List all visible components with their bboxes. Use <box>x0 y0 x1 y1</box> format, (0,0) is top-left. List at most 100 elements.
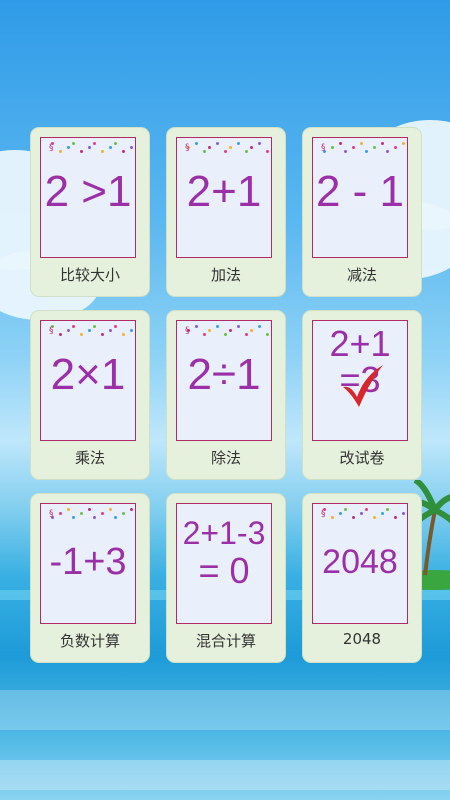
card-label: 混合计算 <box>195 632 256 650</box>
menu-grid: § 2 >1 比较大小 § 2+1 加法 § 2 - 1 减法 § 2×1 乘法… <box>30 127 422 663</box>
confetti-dot <box>122 333 125 336</box>
card-label: 减法 <box>346 266 377 284</box>
confetti-dot <box>67 146 70 149</box>
confetti-dot <box>67 508 70 511</box>
math-expression: 2÷1 <box>187 350 261 399</box>
confetti-decoration: § <box>45 142 133 158</box>
math-expression: 2048 <box>322 543 398 581</box>
ribbon-curl-icon: § <box>321 509 326 519</box>
confetti-dot <box>216 325 219 328</box>
confetti-dot <box>72 516 75 519</box>
card-label: 比较大小 <box>59 266 120 284</box>
confetti-dot <box>88 508 91 511</box>
card-label: 2048 <box>342 630 382 648</box>
confetti-dot <box>67 329 70 332</box>
confetti-dot <box>93 516 96 519</box>
ribbon-curl-icon: § <box>185 143 190 153</box>
confetti-dot <box>331 516 334 519</box>
confetti-dot <box>394 516 397 519</box>
confetti-decoration: § <box>317 508 405 524</box>
math-expression-line-2: = 0 <box>198 550 250 591</box>
card-subtraction[interactable]: § 2 - 1 减法 <box>302 127 422 297</box>
confetti-dot <box>365 150 368 153</box>
confetti-dot <box>101 333 104 336</box>
confetti-dot <box>122 150 125 153</box>
confetti-dot <box>245 333 248 336</box>
confetti-dot <box>195 325 198 328</box>
card-2048[interactable]: § 2048 2048 <box>302 493 422 663</box>
confetti-decoration: § <box>317 142 405 158</box>
confetti-dot <box>72 325 75 328</box>
confetti-dot <box>130 146 133 149</box>
card-tile: 2+1 =3 <box>312 320 408 441</box>
confetti-dot <box>80 333 83 336</box>
card-negative-numbers[interactable]: § -1+3 负数计算 <box>30 493 150 663</box>
math-expression: -1+3 <box>49 541 127 583</box>
confetti-dot <box>224 150 227 153</box>
math-expression: 2 - 1 <box>315 167 405 216</box>
confetti-dot <box>229 146 232 149</box>
card-label: 改试卷 <box>339 449 385 467</box>
card-tile: § -1+3 <box>40 503 136 624</box>
confetti-dot <box>365 508 368 511</box>
card-mixed-calculation[interactable]: 2+1-3 = 0 混合计算 <box>166 493 286 663</box>
confetti-dot <box>195 142 198 145</box>
ribbon-curl-icon: § <box>49 509 54 519</box>
confetti-dot <box>245 150 248 153</box>
confetti-dot <box>114 325 117 328</box>
math-expression: 2+1 <box>186 167 262 216</box>
confetti-dot <box>130 329 133 332</box>
card-label: 除法 <box>210 449 241 467</box>
confetti-dot <box>122 512 125 515</box>
confetti-dot <box>93 142 96 145</box>
confetti-dot <box>109 329 112 332</box>
confetti-decoration: § <box>181 142 269 158</box>
confetti-dot <box>373 516 376 519</box>
confetti-decoration: § <box>45 508 133 524</box>
confetti-dot <box>266 150 269 153</box>
card-division[interactable]: § 2÷1 除法 <box>166 310 286 480</box>
confetti-dot <box>80 150 83 153</box>
confetti-dot <box>114 142 117 145</box>
confetti-dot <box>216 142 219 145</box>
card-grade-paper[interactable]: 2+1 =3 改试卷 <box>302 310 422 480</box>
confetti-dot <box>101 150 104 153</box>
confetti-dot <box>386 150 389 153</box>
math-expression: 2×1 <box>50 350 126 399</box>
card-label: 加法 <box>210 266 241 284</box>
card-multiplication[interactable]: § 2×1 乘法 <box>30 310 150 480</box>
confetti-dot <box>250 146 253 149</box>
confetti-dot <box>402 142 405 145</box>
card-compare[interactable]: § 2 >1 比较大小 <box>30 127 150 297</box>
confetti-dot <box>360 142 363 145</box>
confetti-dot <box>130 508 133 511</box>
confetti-dot <box>59 333 62 336</box>
confetti-dot <box>352 146 355 149</box>
confetti-dot <box>208 146 211 149</box>
card-tile: § 2048 <box>312 503 408 624</box>
confetti-dot <box>339 512 342 515</box>
confetti-dot <box>224 333 227 336</box>
card-tile: § 2 >1 <box>40 137 136 258</box>
confetti-dot <box>59 512 62 515</box>
confetti-dot <box>101 512 104 515</box>
confetti-dot <box>93 325 96 328</box>
confetti-dot <box>237 142 240 145</box>
confetti-dot <box>203 333 206 336</box>
card-label: 负数计算 <box>59 632 120 650</box>
check-mark-icon <box>343 365 383 407</box>
confetti-dot <box>360 512 363 515</box>
confetti-dot <box>208 329 211 332</box>
confetti-dot <box>381 512 384 515</box>
card-addition[interactable]: § 2+1 加法 <box>166 127 286 297</box>
confetti-dot <box>109 508 112 511</box>
ribbon-curl-icon: § <box>49 326 54 336</box>
confetti-dot <box>237 325 240 328</box>
confetti-dot <box>331 146 334 149</box>
confetti-dot <box>386 508 389 511</box>
confetti-dot <box>250 329 253 332</box>
confetti-dot <box>344 150 347 153</box>
confetti-dot <box>88 146 91 149</box>
math-expression: 2 >1 <box>44 167 132 216</box>
confetti-dot <box>258 325 261 328</box>
